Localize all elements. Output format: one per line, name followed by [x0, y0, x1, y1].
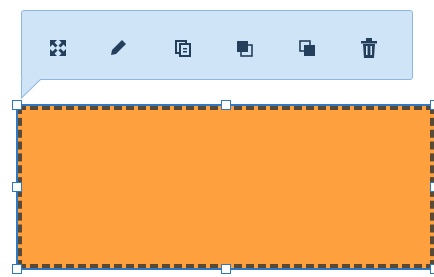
bring-to-front-icon	[237, 41, 253, 57]
pencil-icon	[111, 40, 126, 55]
delete-button[interactable]	[356, 35, 382, 61]
fullscreen-button[interactable]	[45, 35, 71, 61]
shape-toolbar	[21, 10, 413, 80]
edit-button[interactable]	[105, 35, 131, 61]
resize-handle-right[interactable]	[430, 182, 434, 192]
toolbar-pointer	[21, 79, 42, 99]
resize-handle-bottom[interactable]	[221, 264, 231, 274]
resize-handle-top[interactable]	[221, 100, 231, 110]
resize-handle-bottom-right[interactable]	[430, 264, 434, 274]
duplicate-button[interactable]	[170, 35, 196, 61]
resize-handle-left[interactable]	[12, 182, 22, 192]
send-to-back-icon	[299, 40, 315, 56]
expand-icon	[50, 40, 66, 56]
rectangle-shape[interactable]	[16, 104, 434, 270]
send-to-back-button[interactable]	[294, 35, 320, 61]
selected-rectangle[interactable]	[12, 100, 434, 274]
resize-handle-top-left[interactable]	[12, 100, 22, 110]
trash-icon	[361, 38, 377, 58]
bring-to-front-button[interactable]	[231, 35, 257, 61]
copy-icon	[175, 40, 191, 57]
resize-handle-top-right[interactable]	[430, 100, 434, 110]
resize-handle-bottom-left[interactable]	[12, 264, 22, 274]
